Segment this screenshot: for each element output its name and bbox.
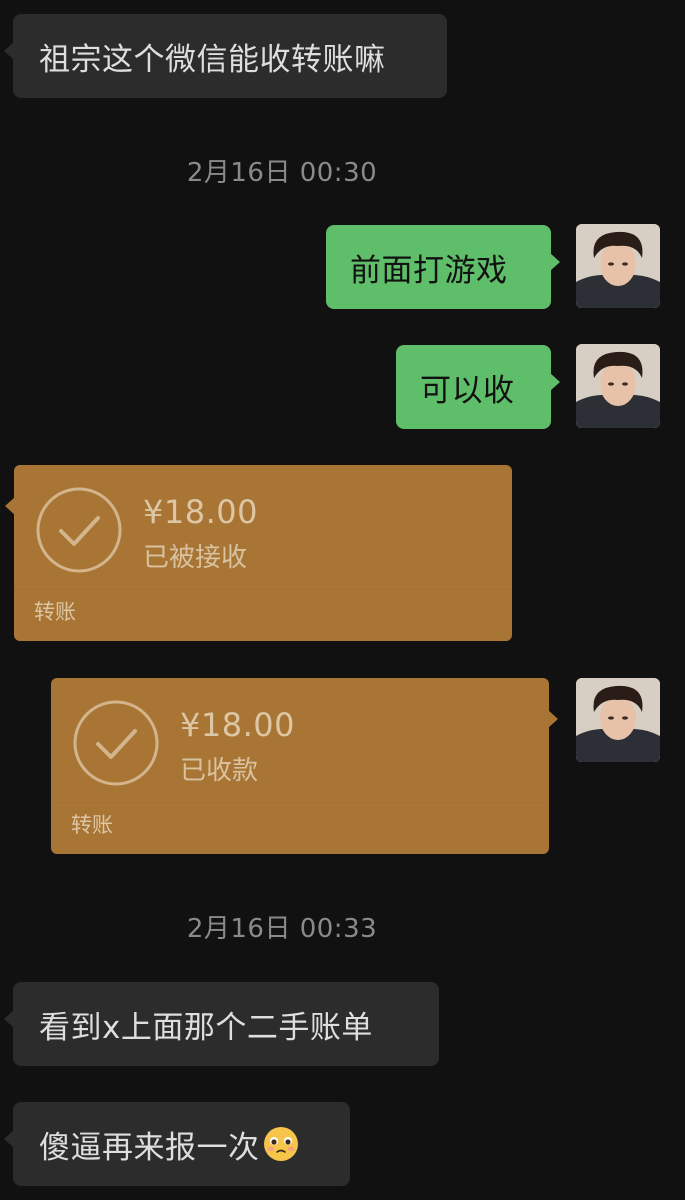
message-text: 祖宗这个微信能收转账嘛 [39,41,386,78]
incoming-message-bubble[interactable]: 祖宗这个微信能收转账嘛 [4,14,447,98]
outgoing-message-bubble[interactable]: 前面打游戏 [326,225,560,309]
divider [14,589,512,590]
timestamp: 2月16日 00:33 [186,914,378,944]
message-text: 看到x上面那个二手账单 [39,1009,373,1046]
avatar[interactable] [576,224,660,308]
message-text: 可以收 [420,372,515,409]
user-photo-icon [576,224,660,308]
message-text: 傻逼再来报一次 [39,1129,260,1166]
divider [51,802,549,803]
outgoing-message-bubble[interactable]: 可以收 [396,345,560,429]
check-circle-icon [36,487,122,573]
transfer-label: 转账 [71,813,113,837]
transfer-status: 已被接收 [143,543,248,573]
transfer-amount: ¥18.00 [180,706,295,744]
avatar[interactable] [576,344,660,428]
incoming-message-bubble[interactable]: 傻逼再来报一次 [4,1102,350,1186]
transfer-label: 转账 [34,600,76,624]
message-text: 前面打游戏 [350,252,508,289]
timestamp: 2月16日 00:30 [186,158,378,188]
avatar[interactable] [576,678,660,762]
transfer-card-received[interactable]: ¥18.00 已被接收 转账 [5,465,512,641]
check-circle-icon [73,700,159,786]
pleading-face-emoji-icon [263,1127,298,1161]
transfer-card-collected[interactable]: ¥18.00 已收款 转账 [51,678,558,854]
user-photo-icon [576,344,660,428]
incoming-message-bubble[interactable]: 看到x上面那个二手账单 [4,982,439,1066]
transfer-status: 已收款 [180,756,259,786]
user-photo-icon [576,678,660,762]
transfer-amount: ¥18.00 [143,493,258,531]
